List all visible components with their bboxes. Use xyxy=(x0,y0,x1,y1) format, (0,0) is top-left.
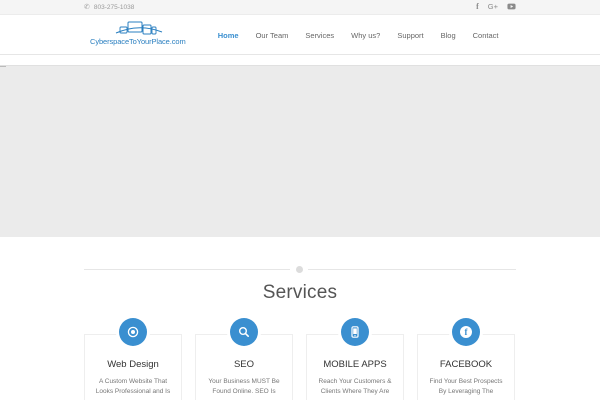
google-plus-icon[interactable]: G+ xyxy=(488,2,498,12)
social-links: f G+ xyxy=(476,2,516,12)
service-desc-line: Clients Where They Are xyxy=(320,388,390,395)
service-desc-line: Reach Your Customers & xyxy=(318,378,392,385)
logo-text: CyberspaceToYourPlace.com xyxy=(90,37,186,46)
youtube-icon[interactable] xyxy=(507,2,516,12)
phone-number: 803-275-1038 xyxy=(93,3,135,11)
service-title-seo: SEO xyxy=(233,359,255,370)
site-logo[interactable]: CyberspaceToYourPlace.com xyxy=(90,19,190,51)
facebook-glyph: f xyxy=(460,326,472,338)
service-title-web-design: Web Design xyxy=(107,359,159,370)
service-desc-web-design: A Custom Website That Looks Professional… xyxy=(84,377,182,397)
service-title-mobile-apps: MOBILE APPS xyxy=(323,359,387,370)
main-nav: Home Our Team Services Why us? Support B… xyxy=(209,15,507,55)
service-title-facebook: FACEBOOK xyxy=(439,359,493,370)
section-divider-right xyxy=(308,269,516,270)
section-divider-left xyxy=(84,269,290,270)
service-desc-line: Your Business MUST Be xyxy=(208,378,280,385)
facebook-icon[interactable]: f xyxy=(452,318,480,346)
facebook-icon[interactable]: f xyxy=(476,2,479,12)
nav-services[interactable]: Services xyxy=(297,31,343,40)
nav-why-us[interactable]: Why us? xyxy=(343,31,389,40)
eye-icon[interactable] xyxy=(119,318,147,346)
service-desc-line: Looks Professional and Is xyxy=(95,388,171,395)
nav-our-team[interactable]: Our Team xyxy=(247,31,297,40)
hero-corner-mark xyxy=(0,66,6,67)
phone-icon: ✆ xyxy=(84,4,90,11)
service-desc-mobile-apps: Reach Your Customers & Clients Where The… xyxy=(306,377,404,397)
nav-home[interactable]: Home xyxy=(209,31,247,40)
search-icon[interactable] xyxy=(230,318,258,346)
service-desc-line: A Custom Website That xyxy=(98,378,168,385)
top-bar: ✆ 803-275-1038 f G+ xyxy=(0,0,600,15)
section-divider-dot xyxy=(296,266,303,273)
phone-contact[interactable]: ✆ 803-275-1038 xyxy=(84,3,135,12)
service-desc-line: Find Your Best Prospects xyxy=(429,378,503,385)
site-header: CyberspaceToYourPlace.com Home Our Team … xyxy=(0,15,600,55)
service-desc-line: By Leveraging The xyxy=(438,388,494,395)
service-desc-facebook: Find Your Best Prospects By Leveraging T… xyxy=(417,377,515,397)
hero-banner xyxy=(0,65,600,237)
nav-blog[interactable]: Blog xyxy=(432,31,464,40)
services-heading: Services xyxy=(262,282,338,303)
service-desc-seo: Your Business MUST Be Found Online. SEO … xyxy=(195,377,293,397)
service-desc-line: Found Online. SEO Is xyxy=(212,388,276,395)
mobile-icon[interactable] xyxy=(341,318,369,346)
logo-devices-icon xyxy=(115,21,163,35)
nav-contact[interactable]: Contact xyxy=(464,31,507,40)
nav-support[interactable]: Support xyxy=(389,31,432,40)
